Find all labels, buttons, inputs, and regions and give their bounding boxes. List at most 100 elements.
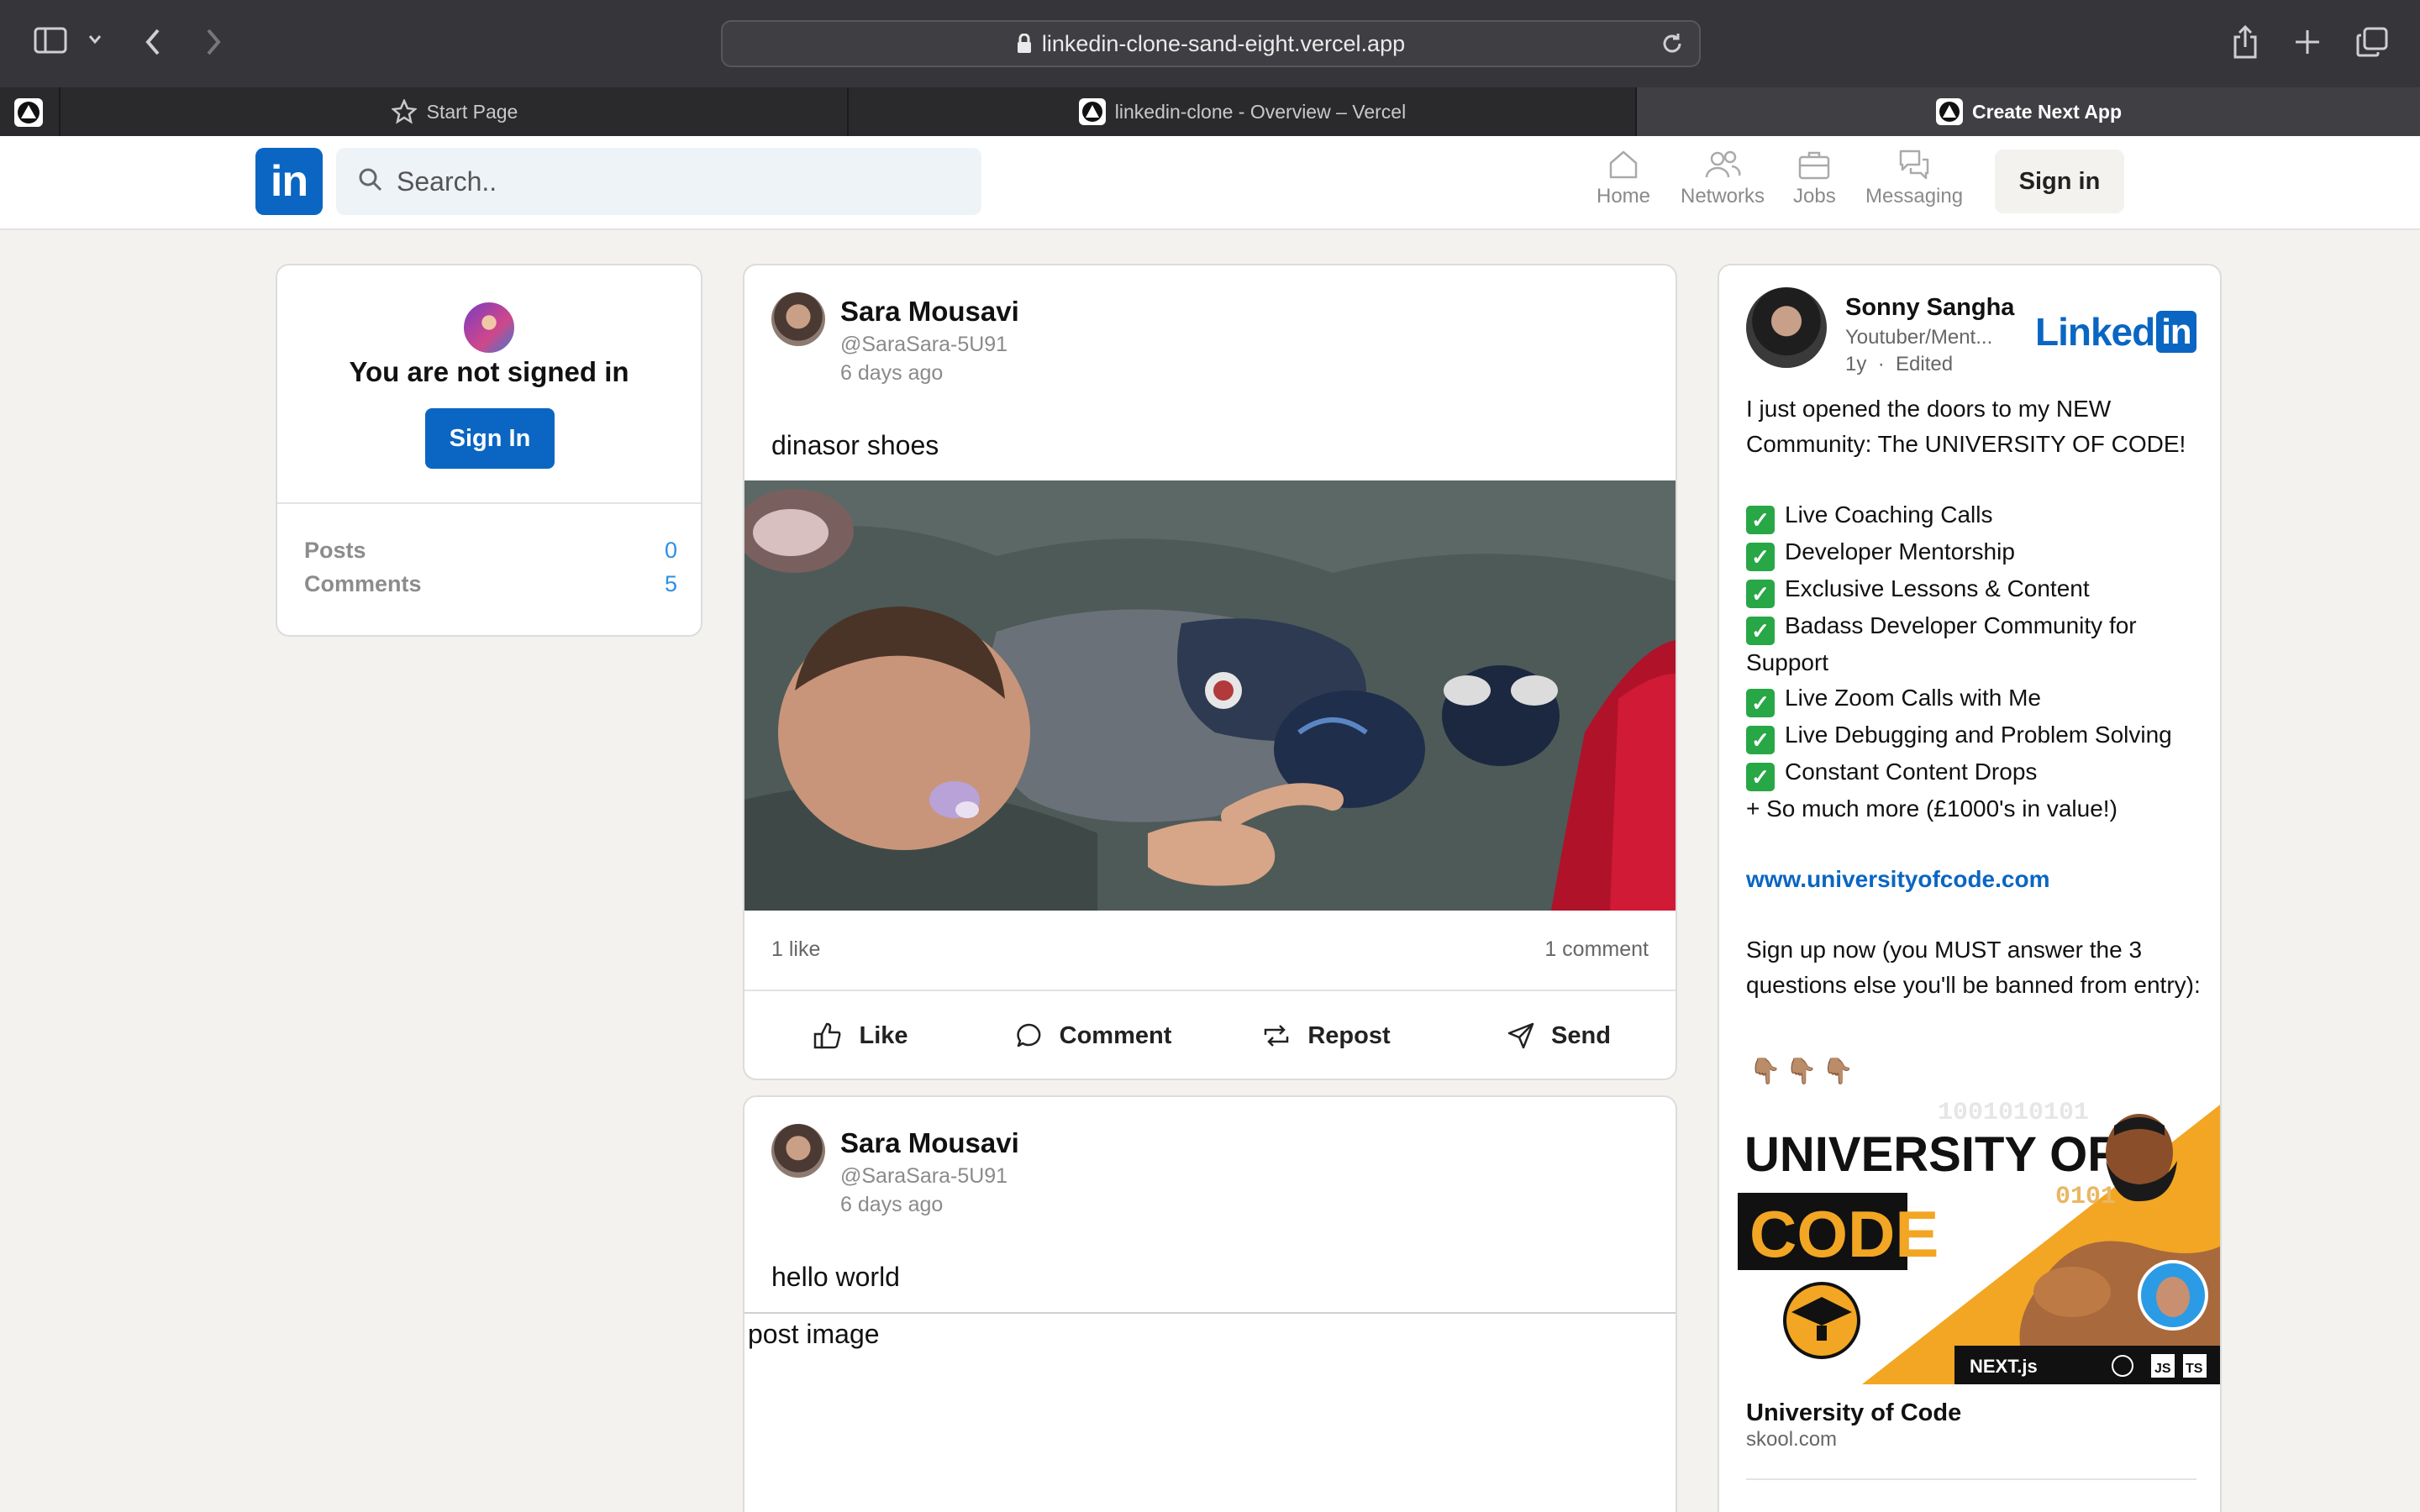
stat-value: 5 [664,571,677,596]
forward-icon[interactable] [203,27,224,57]
stat-comments: Comments 5 [304,571,677,597]
promo-link-domain: skool.com [1746,1428,1838,1451]
profile-card: You are not signed in Sign In Posts 0 Co… [276,264,702,637]
author-name[interactable]: Sara Mousavi [840,296,1019,328]
check-label: Exclusive Lessons & Content [1785,575,2090,601]
pointing-down-emoji: 👇🏽👇🏽👇🏽 [1749,1058,1860,1085]
search-input[interactable] [397,165,934,197]
post-text: dinasor shoes [771,430,939,460]
promo-meta: 1y · Edited [1845,353,1953,376]
linkedin-logo[interactable]: in [255,148,323,215]
like-button[interactable]: Like [744,991,977,1079]
signin-status: You are not signed in [349,356,629,387]
promo-link-title[interactable]: University of Code [1746,1399,1961,1427]
logo-text: Linked [2035,310,2155,354]
check-label: Badass Developer Community for Support [1746,612,2137,675]
promo-banner-image[interactable]: 1001010101 0101 UNIVERSITY OF CODE NEXT.… [1719,1102,2220,1384]
promo-body: I just opened the doors to my NEW Commun… [1746,391,2207,1003]
nav-jobs[interactable]: Jobs [1793,148,1836,208]
send-icon [1507,1022,1534,1049]
thumbs-up-icon [814,1022,841,1049]
header-sign-in-button[interactable]: Sign in [1995,150,2124,213]
banner-js: JS [2154,1362,2171,1376]
pinned-tab-vercel-icon[interactable] [13,97,44,128]
check-icon: ✓ [1746,617,1775,645]
back-icon[interactable] [143,27,163,57]
search-box[interactable] [336,148,981,215]
logo-box: in [2156,311,2196,353]
broken-image-alt[interactable]: post image [748,1319,880,1350]
nav-label: Jobs [1793,185,1836,207]
home-icon [1609,150,1638,179]
jobs-icon [1799,151,1830,180]
promo-age: 1y [1845,353,1867,375]
nav-messaging[interactable]: Messaging [1865,148,1963,208]
messaging-icon [1899,150,1929,180]
vercel-icon [1935,97,1964,126]
tab-overview-icon[interactable] [2356,27,2388,57]
tab-vercel-overview[interactable]: linkedin-clone - Overview – Vercel [847,87,1635,136]
star-icon [390,97,418,126]
comment-count[interactable]: 1 comment [1544,937,1649,962]
check-icon: ✓ [1746,726,1775,754]
check-label: Live Zoom Calls with Me [1785,685,2041,711]
post-text: hello world [771,1262,900,1292]
browser-toolbar: linkedin-clone-sand-eight.vercel.app [0,0,2420,87]
post-image[interactable] [744,480,1676,911]
check-item: ✓ Constant Content Drops [1746,754,2207,791]
avatar[interactable] [1746,287,1827,368]
post-time: 6 days ago [840,1193,944,1216]
author-name[interactable]: Sara Mousavi [840,1127,1019,1159]
vercel-icon [1078,97,1107,126]
author-avatar[interactable] [771,292,825,346]
stat-posts: Posts 0 [304,538,677,564]
comment-button[interactable]: Comment [977,991,1210,1079]
new-tab-icon[interactable] [2294,29,2321,55]
stat-value: 0 [664,538,677,563]
reload-icon[interactable] [1660,32,1684,55]
url-bar[interactable]: linkedin-clone-sand-eight.vercel.app [721,20,1701,67]
author-handle: @SaraSara-5U91 [840,1164,1008,1188]
check-icon: ✓ [1746,763,1775,791]
nav-label: Home [1597,185,1651,207]
post-actions: Like Comment Repost Send [744,991,1676,1079]
promo-edited: Edited [1896,353,1954,375]
divider [1746,1478,2196,1480]
check-label: Live Debugging and Problem Solving [1785,722,2172,748]
author-avatar[interactable] [771,1124,825,1178]
nav-networks[interactable]: Networks [1681,148,1765,208]
check-icon: ✓ [1746,543,1775,571]
promo-card: Sonny Sangha Youtuber/Ment... 1y · Edite… [1718,264,2222,1512]
check-item: ✓ Badass Developer Community for Support [1746,608,2207,680]
post-counts: 1 like 1 comment [771,937,1649,962]
chevron-down-icon[interactable] [87,34,103,45]
comment-icon [1016,1023,1040,1047]
repost-button[interactable]: Repost [1210,991,1443,1079]
promo-link[interactable]: www.universityofcode.com [1746,862,2207,897]
svg-text:1001010101: 1001010101 [1938,1102,2089,1127]
like-count[interactable]: 1 like [771,937,820,962]
check-icon: ✓ [1746,506,1775,534]
url-text: linkedin-clone-sand-eight.vercel.app [1041,30,1406,56]
promo-author-name[interactable]: Sonny Sangha [1845,294,2014,322]
app-header: in Home Networks Jobs Messaging Sign in [0,136,2420,230]
check-item: ✓ Live Zoom Calls with Me [1746,680,2207,717]
tab-start-page[interactable]: Start Page [59,87,847,136]
divider [744,1312,1676,1314]
stat-label: Posts [304,538,366,563]
tab-label: Create Next App [1971,100,2123,123]
nav-home[interactable]: Home [1597,148,1650,208]
tab-label: linkedin-clone - Overview – Vercel [1114,100,1407,123]
sign-in-button[interactable]: Sign In [425,408,555,469]
avatar [462,301,516,354]
promo-cta: Sign up now (you MUST answer the 3 quest… [1746,937,2201,998]
share-icon[interactable] [2232,25,2259,59]
stat-label: Comments [304,571,422,596]
sidebar-toggle-icon[interactable] [34,27,67,54]
search-icon [358,167,383,197]
tab-create-next-app[interactable]: Create Next App [1635,87,2420,136]
repost-icon [1265,1025,1289,1047]
send-button[interactable]: Send [1443,991,1676,1079]
